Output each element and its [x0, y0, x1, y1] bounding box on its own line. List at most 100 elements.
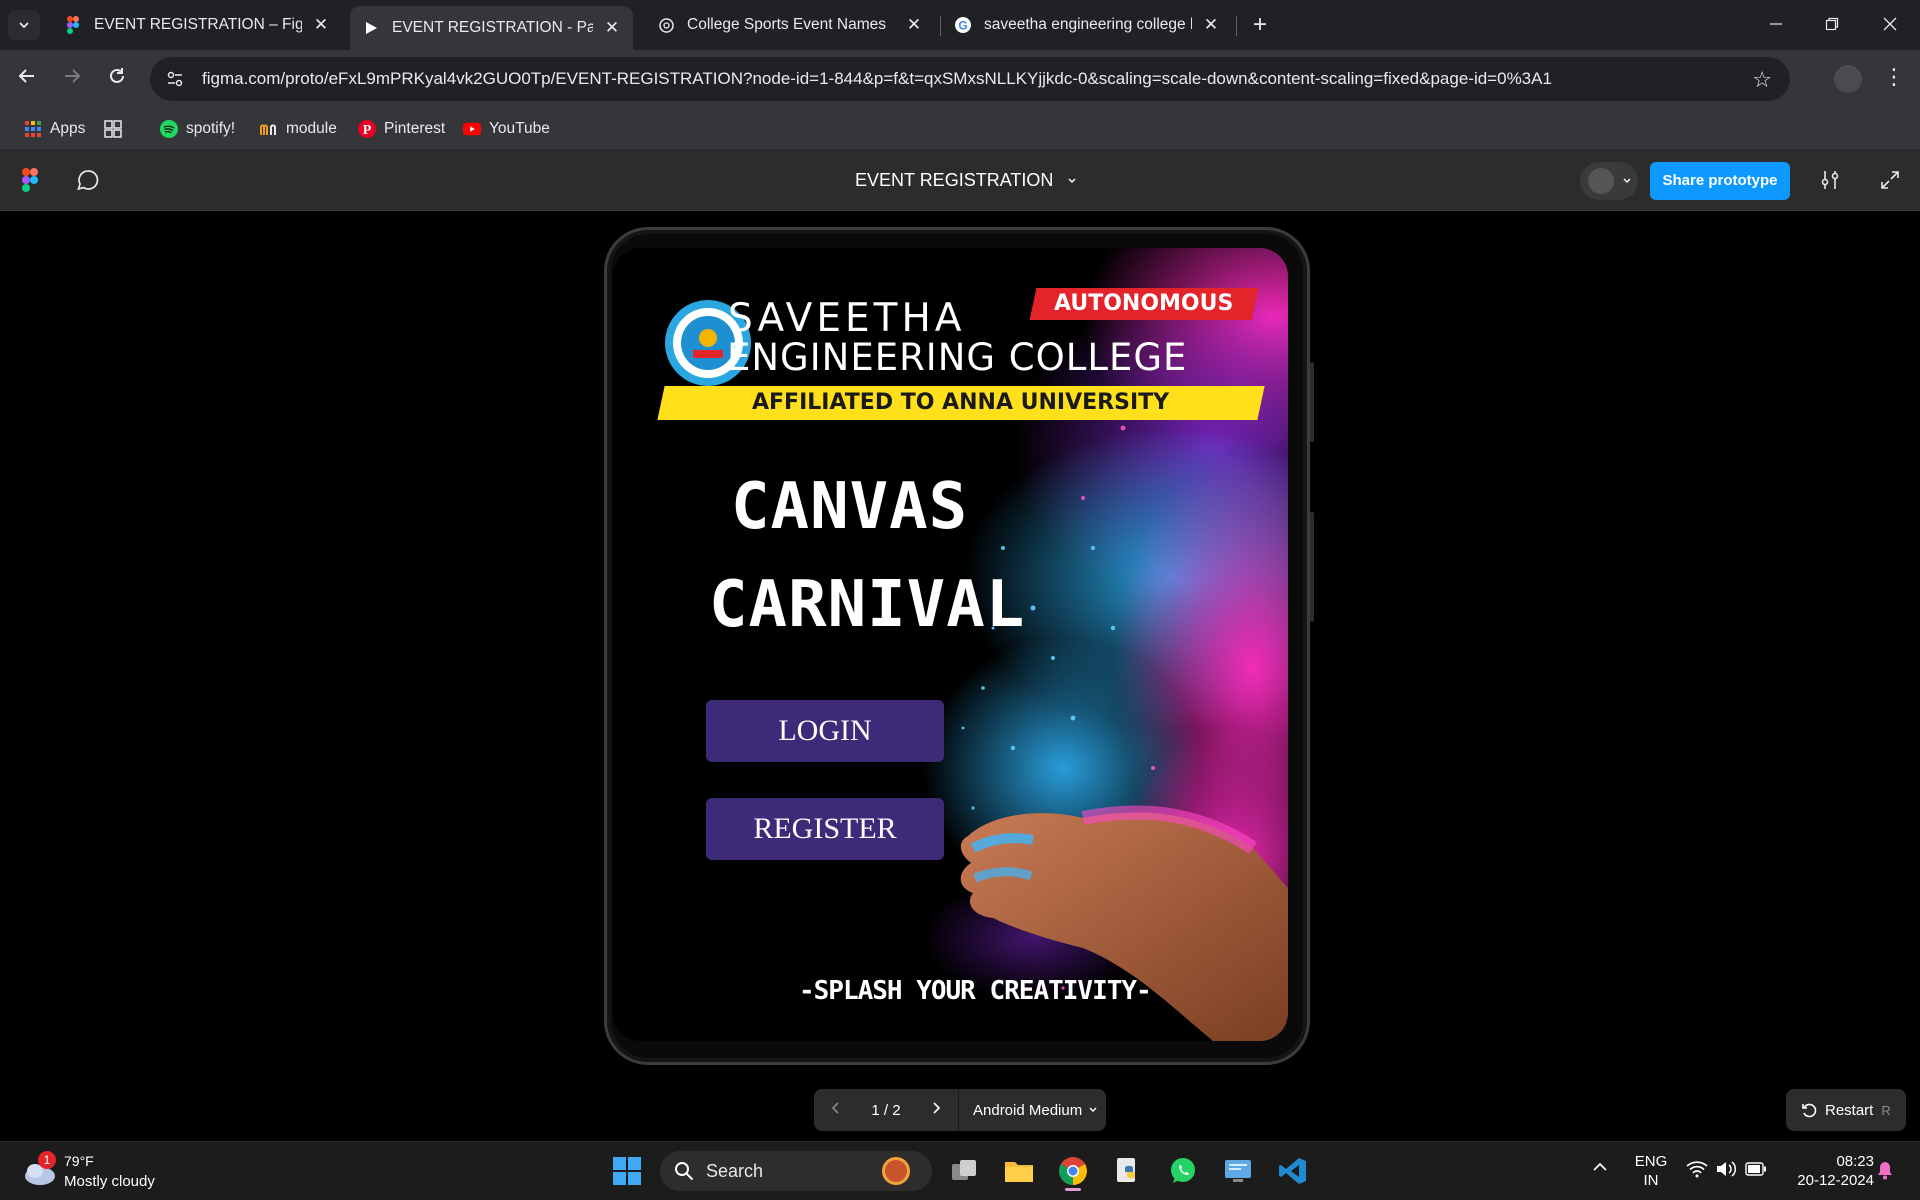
task-view-button[interactable] [944, 1151, 984, 1191]
search-highlight-icon [882, 1157, 910, 1185]
badge-label: AUTONOMOUS [1054, 291, 1234, 316]
restart-icon [1802, 1103, 1817, 1118]
viewer-avatar-button[interactable] [1580, 162, 1638, 200]
avatar [1588, 168, 1614, 194]
minimize-button[interactable] [1756, 8, 1796, 42]
clock-time: 08:23 [1836, 1153, 1874, 1170]
tab-prototype[interactable]: EVENT REGISTRATION - Page 1 ✕ [350, 6, 633, 50]
close-icon[interactable]: ✕ [1202, 15, 1220, 35]
tagline: -SPLASH YOUR CREATIVITY- [799, 976, 1152, 1006]
wifi-icon[interactable] [1686, 1160, 1708, 1183]
chevron-right-icon [933, 1102, 941, 1114]
svg-text:P: P [363, 123, 372, 138]
new-tab-button[interactable]: + [1246, 12, 1274, 40]
profile-avatar[interactable] [1834, 65, 1862, 93]
module-icon [260, 120, 278, 138]
bookmark-apps[interactable]: Apps [24, 116, 85, 142]
close-icon[interactable]: ✕ [603, 18, 621, 38]
share-prototype-button[interactable]: Share prototype [1650, 162, 1790, 200]
chevron-up-icon[interactable] [1592, 1160, 1608, 1178]
arrow-left-icon [18, 69, 34, 83]
notification-bell-icon[interactable] [1876, 1160, 1894, 1185]
vscode-button[interactable] [1273, 1151, 1313, 1191]
register-button[interactable]: REGISTER [706, 798, 944, 860]
whatsapp-button[interactable] [1163, 1151, 1203, 1191]
chevron-left-icon [831, 1102, 839, 1114]
bookmark-youtube[interactable]: YouTube [463, 116, 550, 142]
back-button[interactable] [10, 62, 44, 96]
reload-button[interactable] [100, 62, 134, 96]
fullscreen-icon[interactable] [1878, 168, 1902, 197]
url-text[interactable]: figma.com/proto/eFxL9mPRKyal4vk2GUO0Tp/E… [202, 69, 1790, 89]
restart-shortcut: R [1881, 1102, 1891, 1118]
svg-text:G: G [958, 19, 967, 33]
affiliation-label: AFFILIATED TO ANNA UNIVERSITY [752, 390, 1170, 415]
notification-count-badge: 1 [38, 1151, 56, 1169]
next-frame-button[interactable] [914, 1101, 958, 1119]
clock-date: 20-12-2024 [1797, 1172, 1874, 1189]
figma-icon [64, 16, 82, 34]
task-view-icon [952, 1160, 976, 1180]
chevron-down-icon [1068, 178, 1076, 183]
file-title-menu[interactable]: EVENT REGISTRATION [855, 170, 1077, 191]
previous-frame-button[interactable] [814, 1101, 858, 1119]
forward-button[interactable] [55, 62, 89, 96]
tab-search-dropdown[interactable] [8, 10, 40, 40]
store-app-button[interactable] [1218, 1151, 1258, 1191]
bookmark-label: Pinterest [384, 120, 446, 137]
close-icon[interactable]: ✕ [905, 15, 923, 35]
tab-label: EVENT REGISTRATION – Figma [94, 16, 302, 33]
page-navigator: 1 / 2 Android Medium [814, 1089, 1106, 1131]
bookmark-star-icon[interactable]: ☆ [1752, 67, 1772, 93]
tab-google-search[interactable]: G saveetha engineering college lo ✕ [942, 6, 1232, 44]
device-side-button [1310, 512, 1314, 622]
bookmark-label: module [286, 120, 337, 137]
taskbar-search[interactable]: Search [660, 1151, 932, 1191]
tab-separator [940, 16, 941, 36]
device-side-button [1310, 362, 1314, 442]
tab-label: College Sports Event Names [687, 16, 887, 33]
start-button[interactable] [607, 1151, 647, 1191]
weather-description: Mostly cloudy [64, 1173, 155, 1190]
chrome-icon [1059, 1157, 1087, 1185]
chrome-button[interactable] [1053, 1151, 1093, 1191]
google-icon: G [954, 16, 972, 34]
close-window-button[interactable] [1870, 8, 1910, 42]
bookmark-label: Apps [50, 120, 86, 137]
clock[interactable]: 08:23 20-12-2024 [1782, 1152, 1874, 1190]
bookmark-pinterest[interactable]: P Pinterest [358, 116, 445, 142]
close-icon[interactable]: ✕ [312, 15, 330, 35]
comment-icon[interactable] [76, 168, 100, 197]
bookmark-module[interactable]: module [260, 116, 337, 142]
browser-toolbar: figma.com/proto/eFxL9mPRKyal4vk2GUO0Tp/E… [0, 50, 1920, 108]
figma-logo-icon[interactable] [22, 168, 38, 197]
restore-button[interactable] [1812, 8, 1852, 42]
file-explorer-button[interactable] [999, 1151, 1039, 1191]
bookmark-spotify[interactable]: spotify! [160, 116, 235, 142]
address-bar[interactable]: figma.com/proto/eFxL9mPRKyal4vk2GUO0Tp/E… [150, 57, 1790, 101]
spotify-icon [160, 120, 178, 138]
tab-college-sports[interactable]: College Sports Event Names ✕ [645, 6, 935, 44]
restart-button[interactable]: Restart R [1786, 1089, 1906, 1131]
device-selector[interactable]: Android Medium [959, 1102, 1098, 1119]
battery-icon[interactable] [1745, 1162, 1767, 1181]
tab-figma-file[interactable]: EVENT REGISTRATION – Figma ✕ [52, 6, 342, 44]
restart-label: Restart [1825, 1101, 1874, 1119]
language-indicator[interactable]: ENG IN [1630, 1152, 1672, 1190]
volume-icon[interactable] [1715, 1160, 1737, 1183]
python-app-button[interactable] [1108, 1151, 1148, 1191]
bookmark-label: spotify! [186, 120, 236, 137]
browser-menu-icon[interactable]: ⋮ [1880, 64, 1908, 94]
tab-label: saveetha engineering college lo [984, 16, 1192, 33]
affiliation-banner: AFFILIATED TO ANNA UNIVERSITY [657, 386, 1265, 420]
weather-widget[interactable]: 1 79°F Mostly cloudy [20, 1151, 170, 1192]
bookmark-tab-groups[interactable] [104, 116, 130, 142]
figma-prototype-header: EVENT REGISTRATION Share prototype [0, 150, 1920, 211]
search-icon [675, 1162, 694, 1181]
pinterest-icon: P [358, 120, 376, 138]
region-code: IN [1643, 1172, 1659, 1189]
login-button[interactable]: LOGIN [706, 700, 944, 762]
language-code: ENG [1634, 1153, 1668, 1170]
site-settings-icon[interactable] [162, 66, 188, 92]
settings-sliders-icon[interactable] [1818, 168, 1842, 197]
